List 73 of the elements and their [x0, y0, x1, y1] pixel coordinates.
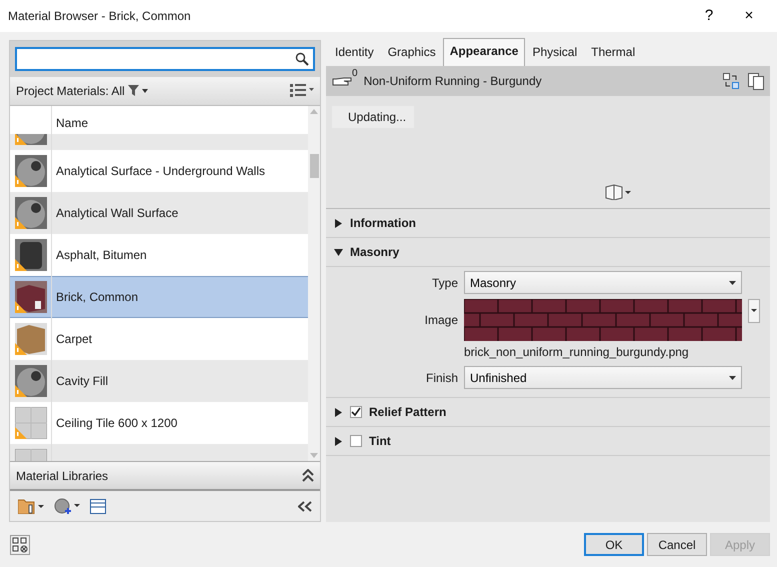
material-name: Cavity Fill	[55, 372, 108, 390]
tab[interactable]: Identity	[328, 39, 381, 66]
column-header[interactable]: Name	[52, 106, 92, 134]
material-thumbnail	[14, 406, 46, 439]
tab[interactable]: Physical	[525, 39, 584, 66]
asset-name: Non-Uniform Running - Burgundy	[364, 73, 543, 90]
caret-icon	[729, 280, 736, 284]
window-title: Material Browser - Brick, Common	[8, 8, 192, 25]
filter-icon[interactable]	[128, 85, 139, 96]
material-thumbnail	[14, 196, 46, 229]
dropdown[interactable]: Unfinished	[464, 366, 742, 389]
section-title[interactable]: Relief Pattern	[369, 403, 446, 421]
list-row[interactable]: Ceiling Tile 600 x 1200	[10, 402, 308, 444]
section-title[interactable]: Masonry	[350, 243, 400, 261]
material-name: Analytical Wall Surface	[55, 204, 178, 222]
section-title[interactable]: Information	[350, 214, 416, 232]
swap-icon[interactable]	[723, 73, 739, 89]
material-thumbnail	[14, 280, 46, 313]
list-row[interactable]: Asphalt, Bitumen	[10, 234, 308, 276]
dropdown[interactable]: Masonry	[464, 271, 742, 294]
material-name: Analytical Surface - Underground Walls	[55, 162, 265, 180]
list-view-icon[interactable]	[290, 84, 314, 98]
property-label: Image	[424, 312, 458, 329]
checkbox[interactable]	[350, 435, 362, 447]
expand-triangle-icon[interactable]	[334, 408, 343, 416]
scrollbar-thumb[interactable]	[310, 154, 318, 178]
settings-grid-icon[interactable]	[10, 534, 30, 554]
material-name: Brick, Common	[55, 288, 138, 306]
copy-icon[interactable]	[748, 72, 764, 90]
image-menu-icon[interactable]	[748, 299, 760, 323]
dialog-button[interactable]: OK	[584, 533, 644, 556]
material-thumbnail	[14, 448, 46, 461]
help-button[interactable]: ?	[689, 4, 729, 28]
expand-triangle-icon[interactable]	[334, 218, 343, 228]
list-row[interactable]: Analytical Surface - Underground Walls	[10, 150, 308, 192]
double-chevron-up-icon[interactable]	[302, 469, 314, 482]
search-field[interactable]	[15, 47, 315, 71]
list-row[interactable]: Analytical Wall Surface	[10, 192, 308, 234]
caret-icon	[729, 376, 736, 380]
material-thumbnail	[14, 322, 46, 355]
tab[interactable]: Appearance	[442, 38, 526, 66]
image-filename: brick_non_uniform_running_burgundy.png	[464, 344, 690, 361]
material-thumbnail	[14, 154, 46, 187]
material-thumbnail	[14, 238, 46, 271]
tab[interactable]: Thermal	[584, 39, 642, 66]
property-label: Type	[430, 274, 458, 292]
double-chevron-left-icon[interactable]	[298, 500, 312, 512]
checkbox[interactable]	[350, 406, 362, 418]
dialog-button[interactable]: Cancel	[647, 533, 707, 556]
material-name: Carpet	[55, 330, 92, 348]
add-sphere-icon[interactable]	[54, 498, 80, 514]
panel-title: Material Libraries	[16, 468, 110, 484]
search-icon	[295, 52, 309, 66]
list-row[interactable]: Brick, Common	[10, 276, 308, 318]
folder-icon[interactable]	[18, 498, 44, 514]
caret-icon[interactable]	[142, 88, 148, 93]
status-label: Updating...	[332, 106, 414, 128]
material-name: Ceiling Tile 600 x 1200	[55, 414, 178, 432]
scrollbar[interactable]	[308, 106, 320, 461]
list-row[interactable]: Carpet	[10, 318, 308, 360]
close-button[interactable]: ×	[729, 4, 769, 28]
expand-triangle-icon[interactable]	[334, 436, 343, 446]
panel-icon[interactable]	[90, 498, 106, 514]
property-label: Finish	[424, 370, 458, 386]
box-view-icon[interactable]	[605, 184, 631, 200]
material-thumbnail	[14, 364, 46, 397]
hand-icon	[332, 75, 354, 87]
list-row[interactable]: Cavity Fill	[10, 360, 308, 402]
material-name: Asphalt, Bitumen	[55, 246, 147, 264]
section-title[interactable]: Tint	[369, 432, 391, 450]
usage-count: 0	[352, 69, 358, 79]
collapse-triangle-icon[interactable]	[334, 248, 343, 256]
tab[interactable]: Graphics	[380, 39, 443, 66]
